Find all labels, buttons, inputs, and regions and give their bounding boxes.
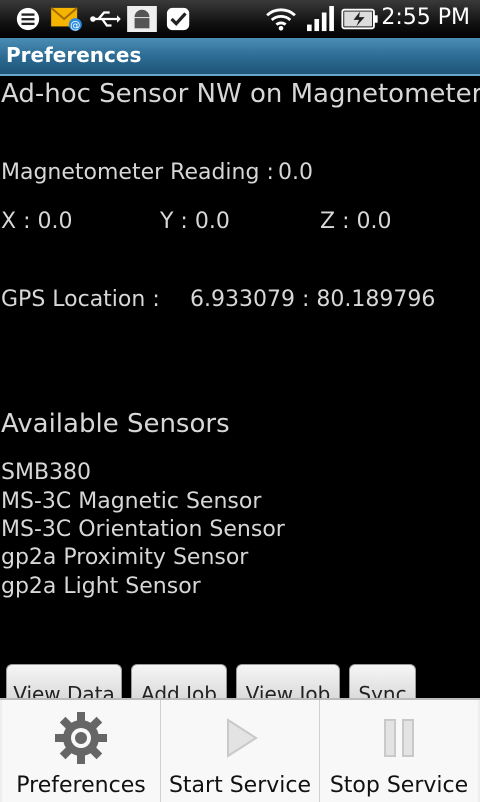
x-reading: X : 0.0	[1, 209, 73, 234]
pause-icon	[384, 719, 414, 757]
menu-item-label: Start Service	[168, 773, 312, 798]
clock: 2:55 PM	[381, 5, 470, 30]
task-check-icon	[166, 7, 190, 31]
title-bar: Preferences	[0, 38, 480, 76]
sensor-item: MS-3C Orientation Sensor	[1, 517, 285, 542]
options-menu: Preferences Start Service Stop Service	[0, 698, 480, 802]
magnetometer-value: 0.0	[278, 160, 313, 185]
menu-item-stop-service[interactable]: Stop Service	[320, 700, 478, 802]
wifi-icon	[266, 8, 296, 31]
page-title: Preferences	[6, 43, 142, 67]
sensors-header: Available Sensors	[1, 409, 230, 439]
sensor-item: MS-3C Magnetic Sensor	[1, 489, 262, 514]
app-header: Ad-hoc Sensor NW on Magnetometer	[1, 79, 480, 109]
menu-item-label: Stop Service	[329, 773, 469, 798]
menu-item-start-service[interactable]: Start Service	[161, 700, 321, 802]
sensor-item: gp2a Proximity Sensor	[1, 545, 249, 570]
gps-value: 6.933079 : 80.189796	[190, 287, 436, 312]
usb-icon	[90, 11, 121, 27]
signal-icon	[307, 6, 334, 32]
status-bar: @ 2:55 PM	[0, 0, 480, 39]
y-reading: Y : 0.0	[160, 209, 230, 234]
magnetometer-label: Magnetometer Reading :	[1, 160, 274, 185]
play-icon	[227, 718, 258, 758]
menu-item-preferences[interactable]: Preferences	[2, 700, 162, 802]
z-reading: Z : 0.0	[320, 209, 392, 234]
gps-label: GPS Location :	[1, 287, 160, 312]
gear-icon	[55, 712, 107, 764]
battery-charging-icon	[341, 8, 378, 30]
sensor-item: gp2a Light Sensor	[1, 574, 201, 599]
gmail-notification-icon: @	[50, 7, 82, 31]
android-debug-icon	[127, 6, 157, 32]
svg-text:@: @	[70, 20, 80, 31]
sensor-item: SMB380	[1, 460, 92, 485]
menu-icon	[16, 7, 40, 31]
menu-item-label: Preferences	[16, 773, 146, 798]
